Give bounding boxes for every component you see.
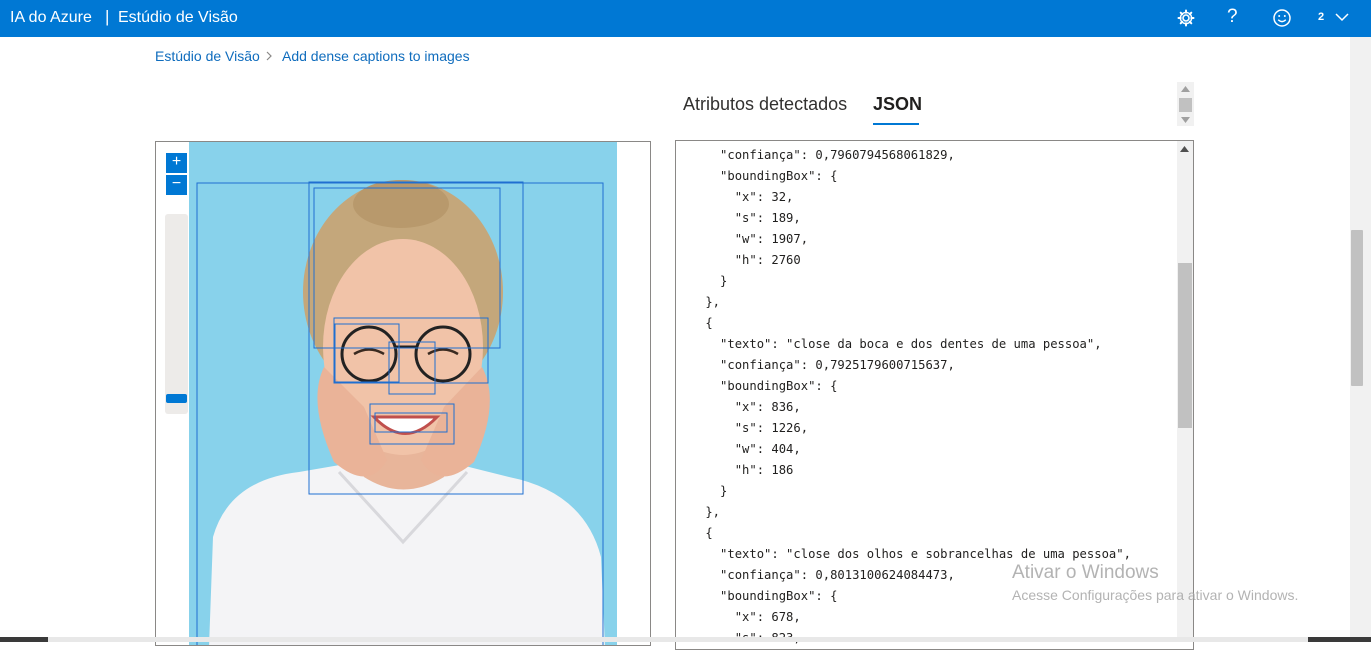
json-line: "confiança": 0,8013100624084473,: [676, 568, 955, 582]
scroll-up-arrow-icon[interactable]: [1180, 146, 1189, 152]
zoom-in-button[interactable]: +: [166, 153, 187, 173]
tabs-scrollbar[interactable]: [1177, 82, 1194, 126]
json-line: "boundingBox": {: [676, 589, 838, 603]
help-icon[interactable]: ?: [1227, 6, 1238, 28]
json-line: "boundingBox": {: [676, 379, 838, 393]
windows-activation-title: Ativar o Windows: [1012, 562, 1159, 583]
account-badge[interactable]: 2: [1318, 11, 1324, 23]
brand-separator: |: [105, 7, 110, 26]
json-line: "x": 836,: [676, 400, 801, 414]
json-line: }: [676, 274, 728, 288]
breadcrumb-item-vision-studio[interactable]: Estúdio de Visão: [155, 48, 260, 64]
zoom-slider-track[interactable]: [165, 214, 188, 414]
zoom-slider-thumb[interactable]: [166, 394, 187, 403]
tab-detected-attributes[interactable]: Atributos detectados: [683, 94, 847, 115]
chevron-right-icon: [266, 51, 272, 61]
json-line: {: [676, 316, 713, 330]
breadcrumb-item-current[interactable]: Add dense captions to images: [282, 48, 470, 64]
json-line: "confiança": 0,7925179600715637,: [676, 358, 955, 372]
json-line: },: [676, 295, 721, 309]
scroll-down-arrow-icon[interactable]: [1181, 117, 1190, 123]
horizontal-scrollbar[interactable]: [48, 637, 1308, 642]
top-bar: IA do Azure | Estúdio de Visão ? 2: [0, 0, 1371, 37]
json-line: "h": 186: [676, 463, 794, 477]
json-line: "s": 189,: [676, 211, 801, 225]
active-tab-indicator: [873, 123, 919, 125]
windows-activation-subtitle: Acesse Configurações para ativar o Windo…: [1012, 587, 1299, 603]
json-line: "s": 1226,: [676, 421, 809, 435]
json-line: }: [676, 484, 728, 498]
json-line: "w": 404,: [676, 442, 801, 456]
json-line: "x": 32,: [676, 190, 794, 204]
json-scrollbar-thumb[interactable]: [1178, 263, 1192, 428]
json-line: },: [676, 505, 721, 519]
analyzed-photo: [189, 142, 617, 645]
json-line: "x": 678,: [676, 610, 801, 624]
image-preview-panel: + −: [155, 141, 651, 646]
json-line: "confiança": 0,7960794568061829,: [676, 148, 955, 162]
json-line: {: [676, 526, 713, 540]
chevron-down-icon[interactable]: [1334, 9, 1350, 25]
zoom-out-button[interactable]: −: [166, 175, 187, 195]
json-line: "w": 1907,: [676, 232, 809, 246]
page-scrollbar-thumb[interactable]: [1351, 230, 1363, 386]
json-line: "h": 2760: [676, 253, 801, 267]
tab-json[interactable]: JSON: [873, 94, 922, 115]
scroll-up-arrow-icon[interactable]: [1181, 86, 1190, 92]
json-line: "texto": "close da boca e dos dentes de …: [676, 337, 1102, 351]
gear-icon[interactable]: [1176, 8, 1196, 28]
json-line: "boundingBox": {: [676, 169, 838, 183]
smiley-icon[interactable]: [1272, 8, 1292, 28]
scrollbar-thumb[interactable]: [1179, 98, 1192, 112]
product-name[interactable]: Estúdio de Visão: [118, 9, 238, 27]
app-brand[interactable]: IA do Azure: [10, 9, 92, 27]
